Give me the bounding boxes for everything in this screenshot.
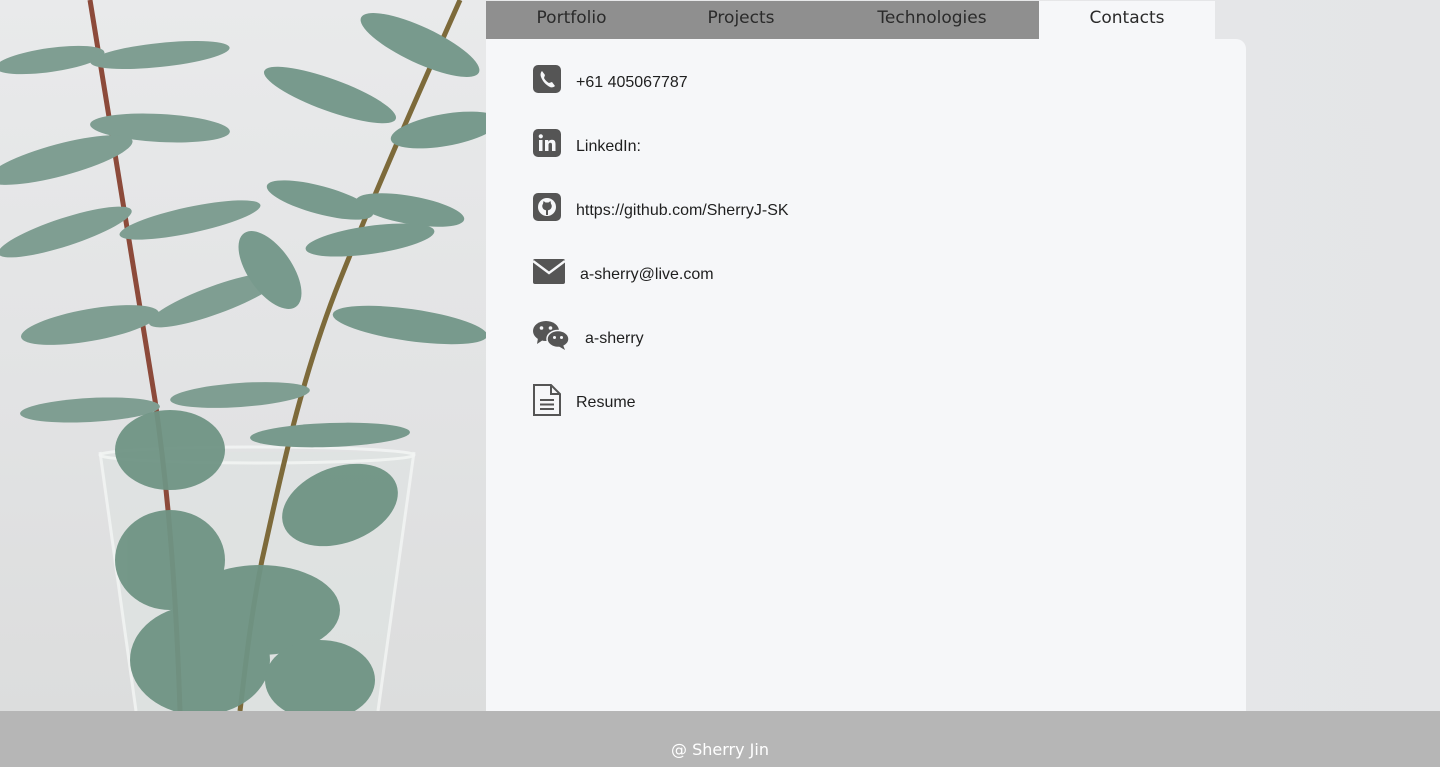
tab-technologies[interactable]: Technologies [825, 1, 1039, 39]
resume-link[interactable]: Resume [576, 394, 636, 412]
tab-projects[interactable]: Projects [657, 1, 825, 39]
phone-icon [532, 64, 572, 100]
wechat-id: a-sherry [585, 330, 644, 347]
footer: @ Sherry Jin [0, 711, 1440, 767]
github-icon [532, 192, 572, 228]
github-link[interactable]: https://github.com/SherryJ-SK [576, 202, 789, 220]
footer-copyright: @ Sherry Jin [671, 740, 769, 759]
phone-number: +61 405067787 [576, 74, 688, 91]
wechat-icon [532, 320, 572, 356]
linkedin-icon [532, 128, 572, 164]
eucalyptus-photo [0, 0, 486, 711]
tab-contacts[interactable]: Contacts [1039, 1, 1215, 39]
tab-portfolio[interactable]: Portfolio [486, 1, 657, 39]
email-address[interactable]: a-sherry@live.com [580, 266, 714, 284]
document-icon [532, 383, 572, 419]
linkedin-label: LinkedIn: [576, 138, 641, 155]
envelope-icon [532, 256, 572, 292]
